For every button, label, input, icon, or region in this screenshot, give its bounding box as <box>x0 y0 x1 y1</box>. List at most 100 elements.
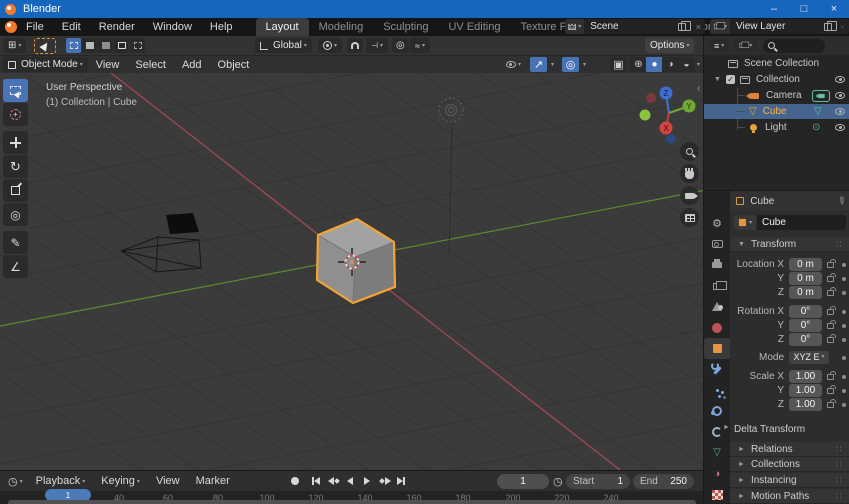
tab-layout[interactable]: Layout <box>256 18 309 36</box>
mode-selector[interactable]: Object Mode <box>3 57 88 72</box>
lock-icon[interactable] <box>827 388 834 394</box>
pin-icon[interactable]: ✎ <box>834 194 847 208</box>
animate-dot[interactable] <box>842 277 846 281</box>
scene-selector[interactable]: 🜲 Scene × <box>565 19 705 34</box>
timeline-editor-type-button[interactable]: ◷ <box>3 474 28 489</box>
tab-modeling[interactable]: Modeling <box>309 18 374 36</box>
camera-hide-icon[interactable] <box>835 92 845 99</box>
prev-keyframe-button[interactable] <box>325 473 343 489</box>
outliner-row-scene-collection[interactable]: Scene Collection <box>704 56 849 71</box>
lock-icon[interactable] <box>827 309 834 315</box>
lock-icon[interactable] <box>827 337 834 343</box>
pivot-point-dropdown[interactable] <box>318 38 342 53</box>
annotate-tool[interactable]: ✎ <box>3 231 28 254</box>
options-button[interactable]: Options <box>645 38 694 53</box>
pan-view-button[interactable] <box>680 164 699 183</box>
menu-view[interactable]: View <box>88 59 128 71</box>
perspective-toggle-button[interactable] <box>680 208 699 227</box>
outliner-row-camera[interactable]: Camera <box>704 88 849 103</box>
menu-view-timeline[interactable]: View <box>148 475 188 487</box>
outliner-filter-dropdown[interactable] <box>733 39 757 52</box>
timeline-scrollbar[interactable] <box>8 500 696 504</box>
animate-dot[interactable] <box>842 291 846 295</box>
object-name-field[interactable]: Cube <box>757 215 846 230</box>
timeline-ruler[interactable]: 20 40 60 80 100 120 140 160 180 200 220 … <box>0 491 703 504</box>
outliner-row-cube[interactable]: ▽ Cube ▽ <box>704 104 849 119</box>
use-preview-range-icon[interactable]: ◷ <box>553 475 563 488</box>
select-box-tool[interactable] <box>3 79 28 102</box>
lock-icon[interactable] <box>827 374 834 380</box>
lock-icon[interactable] <box>827 402 834 408</box>
scene-name[interactable]: Scene <box>584 21 678 32</box>
minimize-button[interactable]: – <box>759 0 789 18</box>
sidebar-toggle-arrow[interactable]: ‹ <box>697 83 700 94</box>
jump-to-end-button[interactable] <box>393 473 409 489</box>
rotate-tool[interactable]: ↻ <box>3 155 28 178</box>
rotation-z-field[interactable]: 0° <box>789 333 822 346</box>
transform-panel-header[interactable]: ▼ Transform ∷ <box>730 237 849 252</box>
scale-z-field[interactable]: 1.00 <box>789 398 822 411</box>
menu-help[interactable]: Help <box>201 21 242 33</box>
animate-dot[interactable] <box>842 324 846 328</box>
animate-dot[interactable] <box>842 338 846 342</box>
move-tool[interactable] <box>3 131 28 154</box>
outliner-display-mode-dropdown[interactable]: ≡ <box>709 39 729 52</box>
outliner-search-input[interactable] <box>763 39 825 53</box>
shading-solid-button[interactable]: ● <box>646 57 663 72</box>
cursor-tool[interactable]: + <box>3 103 28 126</box>
relations-panel-header[interactable]: ►Relations∷ <box>730 442 849 457</box>
editor-type-button[interactable]: ⊞ <box>3 38 26 53</box>
lock-icon[interactable] <box>827 262 834 268</box>
object-id-dropdown[interactable] <box>734 215 756 230</box>
camera-view-button[interactable] <box>680 186 699 205</box>
view-layer-selector[interactable]: View Layer × <box>710 19 849 34</box>
location-z-field[interactable]: 0 m <box>789 286 822 299</box>
proportional-falloff-dropdown[interactable]: ≈ <box>410 38 430 53</box>
animate-dot[interactable] <box>842 375 846 379</box>
shading-wireframe-button[interactable]: ⊕ <box>630 57 647 72</box>
frame-start-field[interactable]: Start1 <box>566 474 630 489</box>
menu-render[interactable]: Render <box>90 21 144 33</box>
auto-keyframe-button[interactable] <box>287 473 303 489</box>
select-mode-intersect[interactable] <box>130 38 145 53</box>
animate-dot[interactable] <box>842 263 846 267</box>
shading-dropdown[interactable] <box>695 59 700 71</box>
zoom-view-button[interactable] <box>680 142 699 161</box>
outliner-row-collection[interactable]: ▼ ✓ Collection <box>704 72 849 87</box>
overlays-dropdown[interactable] <box>581 59 586 71</box>
menu-object[interactable]: Object <box>210 59 258 71</box>
menu-file[interactable]: File <box>17 21 53 33</box>
lock-icon[interactable] <box>827 323 834 329</box>
tab-material[interactable]: ◑ <box>704 463 730 484</box>
select-mode-set[interactable] <box>66 38 81 53</box>
object-visibility-dropdown[interactable] <box>505 57 522 72</box>
navigation-gizmo[interactable]: Z Y X <box>637 81 699 145</box>
panel-grip-icon[interactable]: ∷ <box>836 239 843 250</box>
view-layer-name[interactable]: View Layer <box>730 21 824 32</box>
unlink-scene-icon[interactable]: × <box>692 22 705 32</box>
cube-hide-icon[interactable] <box>835 108 845 115</box>
current-frame-field[interactable]: 1 <box>497 474 549 489</box>
gizmos-dropdown[interactable] <box>549 59 554 71</box>
close-button[interactable]: × <box>819 0 849 18</box>
transform-tool[interactable]: ◎ <box>3 203 28 226</box>
active-camera-badge[interactable] <box>812 90 830 102</box>
tab-tool[interactable]: ⚙ <box>704 213 730 234</box>
animate-dot[interactable] <box>842 389 846 393</box>
collection-checkbox[interactable]: ✓ <box>726 75 735 84</box>
rotation-mode-dropdown[interactable]: XYZ E <box>789 351 829 364</box>
animate-dot[interactable] <box>842 403 846 407</box>
rotation-x-field[interactable]: 0° <box>789 305 822 318</box>
active-tool-icon[interactable] <box>34 38 56 54</box>
new-scene-icon[interactable] <box>678 23 686 31</box>
mesh-data-icon[interactable]: ▽ <box>814 107 822 117</box>
overlays-toggle[interactable]: ◎ <box>562 57 579 72</box>
select-mode-subtract[interactable] <box>98 38 113 53</box>
tab-sculpting[interactable]: Sculpting <box>373 18 438 36</box>
scale-y-field[interactable]: 1.00 <box>789 384 822 397</box>
scene-browse-icon[interactable]: 🜲 <box>565 19 584 34</box>
proportional-edit-toggle[interactable]: ◎ <box>392 38 409 53</box>
play-reverse-button[interactable] <box>342 473 358 489</box>
measure-tool[interactable]: ∠ <box>3 255 28 278</box>
animate-dot[interactable] <box>842 356 846 360</box>
